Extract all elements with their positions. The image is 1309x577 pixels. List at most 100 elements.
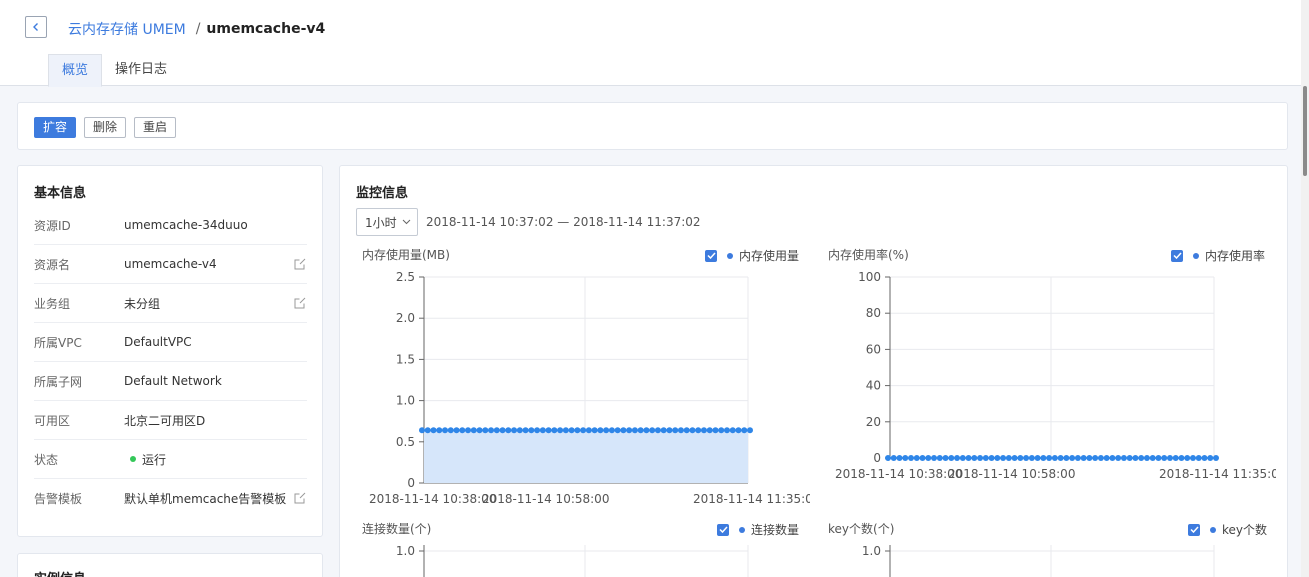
data-point <box>1213 455 1219 461</box>
y-tick-label: 2.0 <box>396 311 415 325</box>
chart-legend[interactable]: 内存使用量 <box>705 247 799 264</box>
y-tick-label: 1.0 <box>396 394 415 408</box>
data-point <box>1172 455 1179 461</box>
chart-legend[interactable]: 内存使用率 <box>1171 247 1265 264</box>
checkbox-checked-icon[interactable] <box>705 249 717 262</box>
data-point <box>700 427 707 434</box>
y-tick-label: 40 <box>866 379 881 393</box>
info-value: 默认单机memcache告警模板 <box>124 492 287 506</box>
status-text: 运行 <box>142 452 167 467</box>
data-point <box>747 427 753 434</box>
data-point <box>1069 455 1076 461</box>
info-value: 北京二可用区D <box>124 413 206 428</box>
data-point <box>965 455 972 461</box>
edit-icon[interactable] <box>293 491 307 505</box>
data-point <box>1005 455 1012 461</box>
checkbox-checked-icon[interactable] <box>717 523 729 536</box>
data-point <box>1201 455 1208 461</box>
status-dot <box>130 456 136 462</box>
checkbox-checked-icon[interactable] <box>1171 249 1183 262</box>
y-tick-label: 0 <box>873 451 881 465</box>
data-point <box>666 427 673 434</box>
delete-button[interactable]: 删除 <box>84 117 127 138</box>
data-point <box>1034 455 1041 461</box>
data-point <box>885 455 891 461</box>
data-point <box>982 455 989 461</box>
expand-button[interactable]: 扩容 <box>34 117 77 138</box>
scrollbar-thumb[interactable] <box>1303 86 1307 176</box>
legend-dot-icon <box>1210 526 1216 533</box>
data-point <box>649 427 656 434</box>
data-point <box>948 455 955 461</box>
data-point <box>539 427 546 434</box>
data-point <box>890 455 897 461</box>
data-point <box>614 427 621 434</box>
data-point <box>1189 455 1196 461</box>
info-row-resource-id: 资源ID umemcache-34duuo <box>34 206 307 245</box>
data-point <box>1000 455 1007 461</box>
data-point <box>551 427 558 434</box>
data-point <box>1207 455 1214 461</box>
data-point <box>568 427 575 434</box>
info-value-status: 运行 <box>124 451 307 468</box>
tab-operation-log[interactable]: 操作日志 <box>102 54 180 86</box>
data-point <box>1161 455 1168 461</box>
y-tick-label: 100 <box>858 270 881 284</box>
data-point <box>706 427 713 434</box>
data-point <box>1195 455 1202 461</box>
data-point <box>505 427 512 434</box>
data-point <box>631 427 638 434</box>
data-point <box>562 427 569 434</box>
data-point <box>942 455 949 461</box>
chevron-down-icon <box>402 219 411 225</box>
memory-usage-chart: 00.51.01.52.02.52018-11-14 10:38:002018-… <box>369 270 810 506</box>
page-scrollbar[interactable] <box>1301 0 1309 577</box>
chart-title: key个数(个) <box>828 522 895 536</box>
legend-label: 内存使用量 <box>739 249 800 263</box>
data-point <box>442 427 449 434</box>
data-point <box>453 427 460 434</box>
chart-legend[interactable]: 连接数量 <box>717 521 799 538</box>
chart-title: 内存使用量(MB) <box>362 248 450 262</box>
data-point <box>660 427 667 434</box>
x-tick-label: 2018-11-14 11:35:00 <box>1159 467 1276 481</box>
info-value: umemcache-v4 <box>124 257 217 271</box>
info-key: 所属子网 <box>34 374 83 389</box>
restart-button[interactable]: 重启 <box>134 117 177 138</box>
chart-legend[interactable]: key个数 <box>1188 521 1267 538</box>
data-point <box>1011 455 1018 461</box>
data-point <box>718 427 725 434</box>
data-point <box>908 455 915 461</box>
basic-info-card: 基本信息 资源ID umemcache-34duuo 资源名 umemcache… <box>17 165 323 537</box>
data-point <box>1086 455 1093 461</box>
data-point <box>971 455 978 461</box>
y-tick-label: 0.5 <box>396 435 415 449</box>
data-point <box>896 455 903 461</box>
tab-overview[interactable]: 概览 <box>48 54 103 87</box>
checkbox-checked-icon[interactable] <box>1188 523 1200 536</box>
breadcrumb-parent-link[interactable]: 云内存存储 UMEM <box>68 19 186 39</box>
legend-dot-icon <box>739 526 745 533</box>
info-key: 状态 <box>34 452 59 467</box>
data-point <box>1126 455 1133 461</box>
breadcrumb-separator: / <box>195 21 201 37</box>
edit-icon[interactable] <box>293 296 307 310</box>
monitor-title: 监控信息 <box>356 186 409 201</box>
time-range-select[interactable]: 1小时 <box>356 208 418 236</box>
data-point <box>597 427 604 434</box>
data-point <box>1028 455 1035 461</box>
x-tick-label: 2018-11-14 10:58:00 <box>948 467 1075 481</box>
data-point <box>424 427 431 434</box>
info-value: DefaultVPC <box>124 335 192 349</box>
edit-icon[interactable] <box>293 257 307 271</box>
data-point <box>511 427 518 434</box>
data-point <box>545 427 552 434</box>
data-point <box>1138 455 1145 461</box>
data-point <box>741 427 748 434</box>
info-key: 告警模板 <box>34 492 83 506</box>
data-point <box>1017 455 1024 461</box>
data-point <box>574 427 581 434</box>
back-button[interactable] <box>25 16 47 38</box>
y-tick-label: 2.5 <box>396 270 415 284</box>
data-point <box>528 427 535 434</box>
